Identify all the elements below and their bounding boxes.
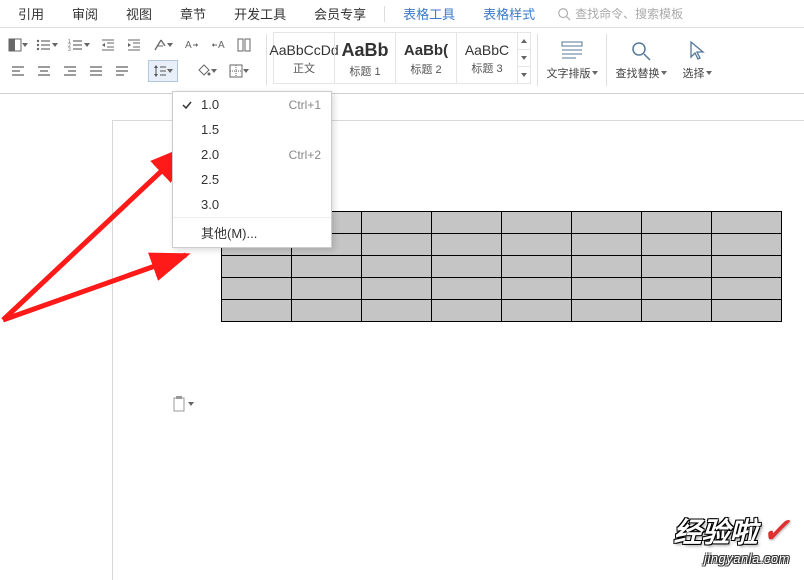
shading-partial-icon[interactable] (6, 34, 30, 56)
chevron-down-icon (592, 71, 598, 75)
ribbon: 123 A A AaBbCcDd 正文 AaBb (0, 28, 804, 94)
text-direction-button[interactable] (148, 34, 178, 56)
menu-vip[interactable]: 会员专享 (300, 1, 380, 26)
clipboard-icon (172, 396, 186, 412)
line-spacing-menu: 1.0 Ctrl+1 1.5 2.0 Ctrl+2 2.5 3.0 其他(M).… (172, 91, 332, 248)
watermark-check-icon: ✓ (762, 511, 791, 551)
align-left-button[interactable] (6, 60, 30, 82)
style-label: 标题 1 (349, 61, 380, 81)
menu-reference[interactable]: 引用 (4, 1, 58, 26)
gallery-down-icon[interactable] (518, 50, 530, 67)
chevron-down-icon (167, 69, 173, 73)
search-box[interactable]: 查找命令、搜索模板 (557, 5, 683, 22)
align-right-button[interactable] (58, 60, 82, 82)
number-list-button[interactable]: 123 (64, 34, 94, 56)
svg-text:A: A (218, 40, 225, 51)
cursor-icon (688, 39, 706, 63)
chevron-down-icon (52, 43, 58, 47)
menu-devtools[interactable]: 开发工具 (220, 1, 300, 26)
style-label: 标题 3 (471, 58, 502, 78)
find-icon (630, 39, 652, 63)
find-replace-button[interactable]: 查找替换 (613, 32, 669, 88)
chevron-down-icon (188, 402, 194, 406)
style-preview: AaBb (341, 36, 388, 61)
align-center-button[interactable] (32, 60, 56, 82)
spacing-2.0[interactable]: 2.0 Ctrl+2 (173, 142, 331, 167)
style-gallery: AaBbCcDd 正文 AaBb 标题 1 AaBb( 标题 2 AaBbC 标… (273, 32, 531, 84)
spacing-other[interactable]: 其他(M)... (173, 218, 331, 247)
spacing-label: 其他(M)... (201, 223, 257, 242)
menu-review[interactable]: 审阅 (58, 1, 112, 26)
decrease-indent-button[interactable] (96, 34, 120, 56)
spacing-1.5[interactable]: 1.5 (173, 117, 331, 142)
spacing-1.0[interactable]: 1.0 Ctrl+1 (173, 92, 331, 117)
shading-color-button[interactable] (192, 60, 222, 82)
style-preview: AaBbCcDd (269, 38, 338, 58)
spacing-label: 2.5 (201, 172, 219, 187)
style-heading1[interactable]: AaBb 标题 1 (334, 32, 396, 84)
menu-table-style[interactable]: 表格样式 (469, 1, 549, 26)
watermark: 经验啦 ✓ jingyanla.com (673, 511, 790, 566)
style-preview: AaBbC (465, 38, 509, 58)
watermark-url: jingyanla.com (673, 551, 790, 566)
chevron-down-icon (84, 43, 90, 47)
menu-chapter[interactable]: 章节 (166, 1, 220, 26)
asian-layout-button[interactable] (232, 34, 256, 56)
search-placeholder: 查找命令、搜索模板 (575, 5, 683, 22)
rtl-button[interactable]: A (206, 34, 230, 56)
align-justify-button[interactable] (84, 60, 108, 82)
svg-text:3: 3 (68, 47, 71, 52)
svg-text:A: A (185, 40, 192, 51)
toolbar-separator (537, 34, 538, 86)
spacing-label: 3.0 (201, 197, 219, 212)
spacing-label: 1.5 (201, 122, 219, 137)
spacing-2.5[interactable]: 2.5 (173, 167, 331, 192)
text-layout-button[interactable]: 文字排版 (544, 32, 600, 88)
gallery-up-icon[interactable] (518, 33, 530, 50)
style-normal[interactable]: AaBbCcDd 正文 (273, 32, 335, 84)
chevron-down-icon (167, 43, 173, 47)
spacing-label: 2.0 (201, 147, 219, 162)
check-icon (181, 99, 193, 111)
spacing-shortcut: Ctrl+2 (289, 148, 321, 162)
ltr-button[interactable]: A (180, 34, 204, 56)
text-layout-label: 文字排版 (547, 65, 591, 81)
line-spacing-button[interactable] (148, 60, 178, 82)
increase-indent-button[interactable] (122, 34, 146, 56)
style-preview: AaBb( (404, 38, 448, 59)
chevron-down-icon (661, 71, 667, 75)
find-replace-label: 查找替换 (616, 65, 660, 81)
chevron-down-icon (243, 69, 249, 73)
bullet-list-button[interactable] (32, 34, 62, 56)
text-layout-icon (560, 39, 584, 63)
paste-options-button[interactable] (172, 396, 194, 412)
menu-separator (384, 6, 385, 22)
menu-table-tools[interactable]: 表格工具 (389, 1, 469, 26)
style-label: 标题 2 (410, 59, 441, 79)
borders-button[interactable] (224, 60, 254, 82)
toolbar-separator (266, 34, 267, 86)
paragraph-group: 123 A A (2, 32, 260, 93)
gallery-more-icon[interactable] (518, 67, 530, 83)
menu-view[interactable]: 视图 (112, 1, 166, 26)
watermark-text: 经验啦 (673, 511, 757, 551)
chevron-down-icon (22, 43, 28, 47)
menubar: 引用 审阅 视图 章节 开发工具 会员专享 表格工具 表格样式 查找命令、搜索模… (0, 0, 804, 28)
style-heading3[interactable]: AaBbC 标题 3 (456, 32, 518, 84)
spacing-label: 1.0 (201, 97, 219, 112)
search-icon (557, 7, 571, 21)
chevron-down-icon (211, 69, 217, 73)
style-label: 正文 (293, 58, 315, 78)
document-area (0, 94, 804, 578)
style-gallery-scroll[interactable] (517, 32, 531, 84)
chevron-down-icon (706, 71, 712, 75)
select-button[interactable]: 选择 (669, 32, 725, 88)
style-heading2[interactable]: AaBb( 标题 2 (395, 32, 457, 84)
spacing-3.0[interactable]: 3.0 (173, 192, 331, 218)
distribute-button[interactable] (110, 60, 134, 82)
spacing-shortcut: Ctrl+1 (289, 98, 321, 112)
select-label: 选择 (683, 65, 705, 81)
toolbar-separator (606, 34, 607, 86)
